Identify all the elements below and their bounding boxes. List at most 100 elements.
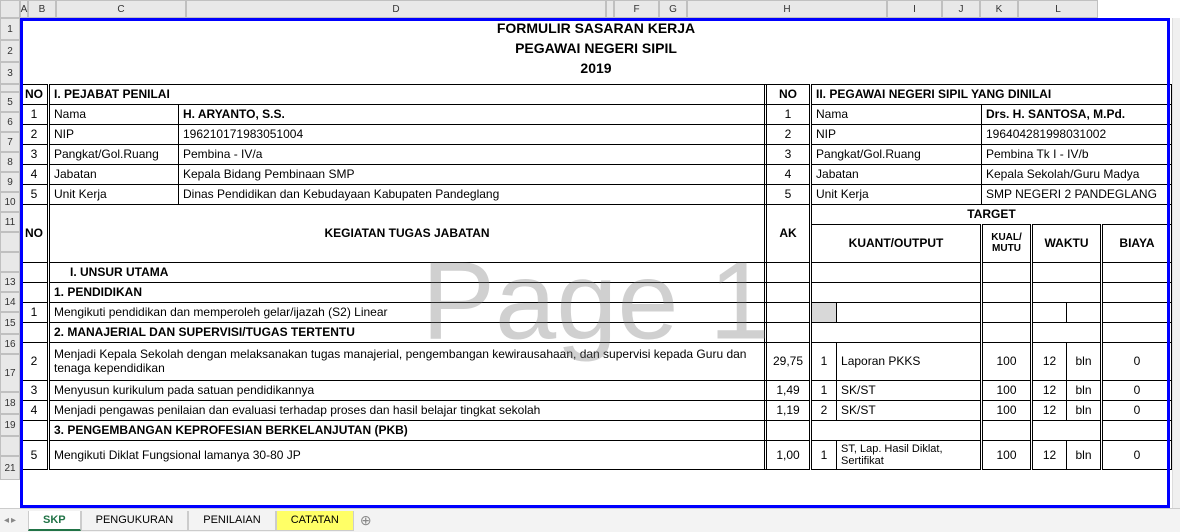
dinilai-value[interactable]: SMP NEGERI 2 PANDEGLANG: [982, 184, 1172, 204]
vertical-scrollbar[interactable]: [1172, 18, 1180, 508]
row-header-cell[interactable]: 9: [0, 172, 20, 192]
row-header-cell[interactable]: 21: [0, 456, 20, 480]
row-wk1[interactable]: 12: [1032, 380, 1067, 400]
row-mutu[interactable]: 100: [982, 440, 1032, 469]
row-number[interactable]: 5: [21, 440, 49, 469]
column-header-cell[interactable]: C: [56, 0, 186, 18]
row-qn[interactable]: 1: [811, 440, 837, 469]
penilai-label[interactable]: Pangkat/Gol.Ruang: [49, 144, 179, 164]
row-header-cell[interactable]: 10: [0, 192, 20, 212]
penilai-value[interactable]: Dinas Pendidikan dan Kebudayaan Kabupate…: [179, 184, 766, 204]
row-header-cell[interactable]: 14: [0, 292, 20, 312]
add-sheet-button[interactable]: ⊕: [354, 512, 378, 529]
row-number[interactable]: 4: [21, 400, 49, 420]
penilai-n[interactable]: 3: [21, 144, 49, 164]
dinilai-label[interactable]: NIP: [811, 124, 982, 144]
dinilai-label[interactable]: Jabatan: [811, 164, 982, 184]
row-header-cell[interactable]: 8: [0, 152, 20, 172]
dinilai-n[interactable]: 2: [766, 124, 811, 144]
column-header-cell[interactable]: K: [980, 0, 1018, 18]
penilai-n[interactable]: 2: [21, 124, 49, 144]
sheet-tab[interactable]: PENGUKURAN: [81, 511, 189, 531]
spreadsheet-grid[interactable]: FORMULIR SASARAN KERJA PEGAWAI NEGERI SI…: [20, 18, 1172, 470]
row-header-cell[interactable]: 6: [0, 112, 20, 132]
row-out[interactable]: ST, Lap. Hasil Diklat, Sertifikat: [837, 440, 982, 469]
row-mutu[interactable]: 100: [982, 380, 1032, 400]
row-kegiatan[interactable]: Mengikuti pendidikan dan memperoleh gela…: [49, 302, 766, 322]
dinilai-value[interactable]: Drs. H. SANTOSA, M.Pd.: [982, 104, 1172, 124]
row-header-cell[interactable]: 2: [0, 40, 20, 62]
dinilai-label[interactable]: Nama: [811, 104, 982, 124]
row-header-cell[interactable]: 7: [0, 132, 20, 152]
row-ak[interactable]: 1,19: [766, 400, 811, 420]
penilai-label[interactable]: Unit Kerja: [49, 184, 179, 204]
column-headers[interactable]: ABCDFGHIJKL: [0, 0, 1098, 18]
dinilai-n[interactable]: 1: [766, 104, 811, 124]
row-biaya[interactable]: 0: [1102, 440, 1172, 469]
row-header-cell[interactable]: 5: [0, 92, 20, 112]
row-out[interactable]: SK/ST: [837, 380, 982, 400]
row-header-cell[interactable]: 18: [0, 392, 20, 414]
row-header-cell[interactable]: 16: [0, 334, 20, 354]
column-header-cell[interactable]: L: [1018, 0, 1098, 18]
row-wk1[interactable]: [1032, 302, 1067, 322]
dinilai-label[interactable]: Unit Kerja: [811, 184, 982, 204]
row-out[interactable]: Laporan PKKS: [837, 342, 982, 380]
row-biaya[interactable]: 0: [1102, 400, 1172, 420]
row-header-cell[interactable]: [0, 252, 20, 272]
column-header-cell[interactable]: B: [28, 0, 56, 18]
penilai-value[interactable]: Pembina - IV/a: [179, 144, 766, 164]
row-wk2[interactable]: bln: [1067, 440, 1102, 469]
row-wk2[interactable]: bln: [1067, 342, 1102, 380]
sheet-area[interactable]: Page 1 FORMULIR SASARAN KERJA PEGAWAI NE…: [20, 18, 1172, 508]
row-wk2[interactable]: bln: [1067, 400, 1102, 420]
cell-blank[interactable]: [21, 262, 49, 282]
row-header-cell[interactable]: [0, 436, 20, 456]
dinilai-label[interactable]: Pangkat/Gol.Ruang: [811, 144, 982, 164]
penilai-value[interactable]: 196210171983051004: [179, 124, 766, 144]
row-out[interactable]: [837, 302, 982, 322]
row-header-cell[interactable]: [0, 232, 20, 252]
row-header-cell[interactable]: 17: [0, 354, 20, 392]
row-qn[interactable]: 2: [811, 400, 837, 420]
row-wk1[interactable]: 12: [1032, 440, 1067, 469]
column-header-cell[interactable]: [606, 0, 614, 18]
column-header-cell[interactable]: F: [614, 0, 659, 18]
row-ak[interactable]: 29,75: [766, 342, 811, 380]
row-wk2[interactable]: bln: [1067, 380, 1102, 400]
column-header-cell[interactable]: A: [20, 0, 28, 18]
sheet-tab[interactable]: SKP: [28, 511, 81, 531]
row-out[interactable]: SK/ST: [837, 400, 982, 420]
row-header-cell[interactable]: 11: [0, 212, 20, 232]
row-mutu[interactable]: 100: [982, 400, 1032, 420]
row-header-cell[interactable]: 1: [0, 18, 20, 40]
row-biaya[interactable]: [1102, 302, 1172, 322]
row-headers[interactable]: 1235678910111314151617181921: [0, 18, 20, 480]
column-header-cell[interactable]: G: [659, 0, 687, 18]
row-qn[interactable]: 1: [811, 342, 837, 380]
row-wk1[interactable]: 12: [1032, 400, 1067, 420]
dinilai-n[interactable]: 4: [766, 164, 811, 184]
dinilai-n[interactable]: 5: [766, 184, 811, 204]
row-kegiatan[interactable]: Menyusun kurikulum pada satuan pendidika…: [49, 380, 766, 400]
row-number[interactable]: 1: [21, 302, 49, 322]
row-biaya[interactable]: 0: [1102, 342, 1172, 380]
row-biaya[interactable]: 0: [1102, 380, 1172, 400]
row-qn[interactable]: [811, 302, 837, 322]
column-header-cell[interactable]: H: [687, 0, 887, 18]
row-kegiatan[interactable]: Menjadi Kepala Sekolah dengan melaksanak…: [49, 342, 766, 380]
penilai-label[interactable]: NIP: [49, 124, 179, 144]
row-ak[interactable]: 1,00: [766, 440, 811, 469]
row-header-cell[interactable]: 13: [0, 272, 20, 292]
row-mutu[interactable]: 100: [982, 342, 1032, 380]
row-kegiatan[interactable]: Menjadi pengawas penilaian dan evaluasi …: [49, 400, 766, 420]
dinilai-value[interactable]: Kepala Sekolah/Guru Madya: [982, 164, 1172, 184]
row-header-cell[interactable]: [0, 84, 20, 92]
penilai-label[interactable]: Jabatan: [49, 164, 179, 184]
dinilai-value[interactable]: 196404281998031002: [982, 124, 1172, 144]
row-header-cell[interactable]: 19: [0, 414, 20, 436]
penilai-label[interactable]: Nama: [49, 104, 179, 124]
row-ak[interactable]: 1,49: [766, 380, 811, 400]
row-header-cell[interactable]: 15: [0, 312, 20, 334]
sheet-tab[interactable]: PENILAIAN: [188, 511, 275, 531]
